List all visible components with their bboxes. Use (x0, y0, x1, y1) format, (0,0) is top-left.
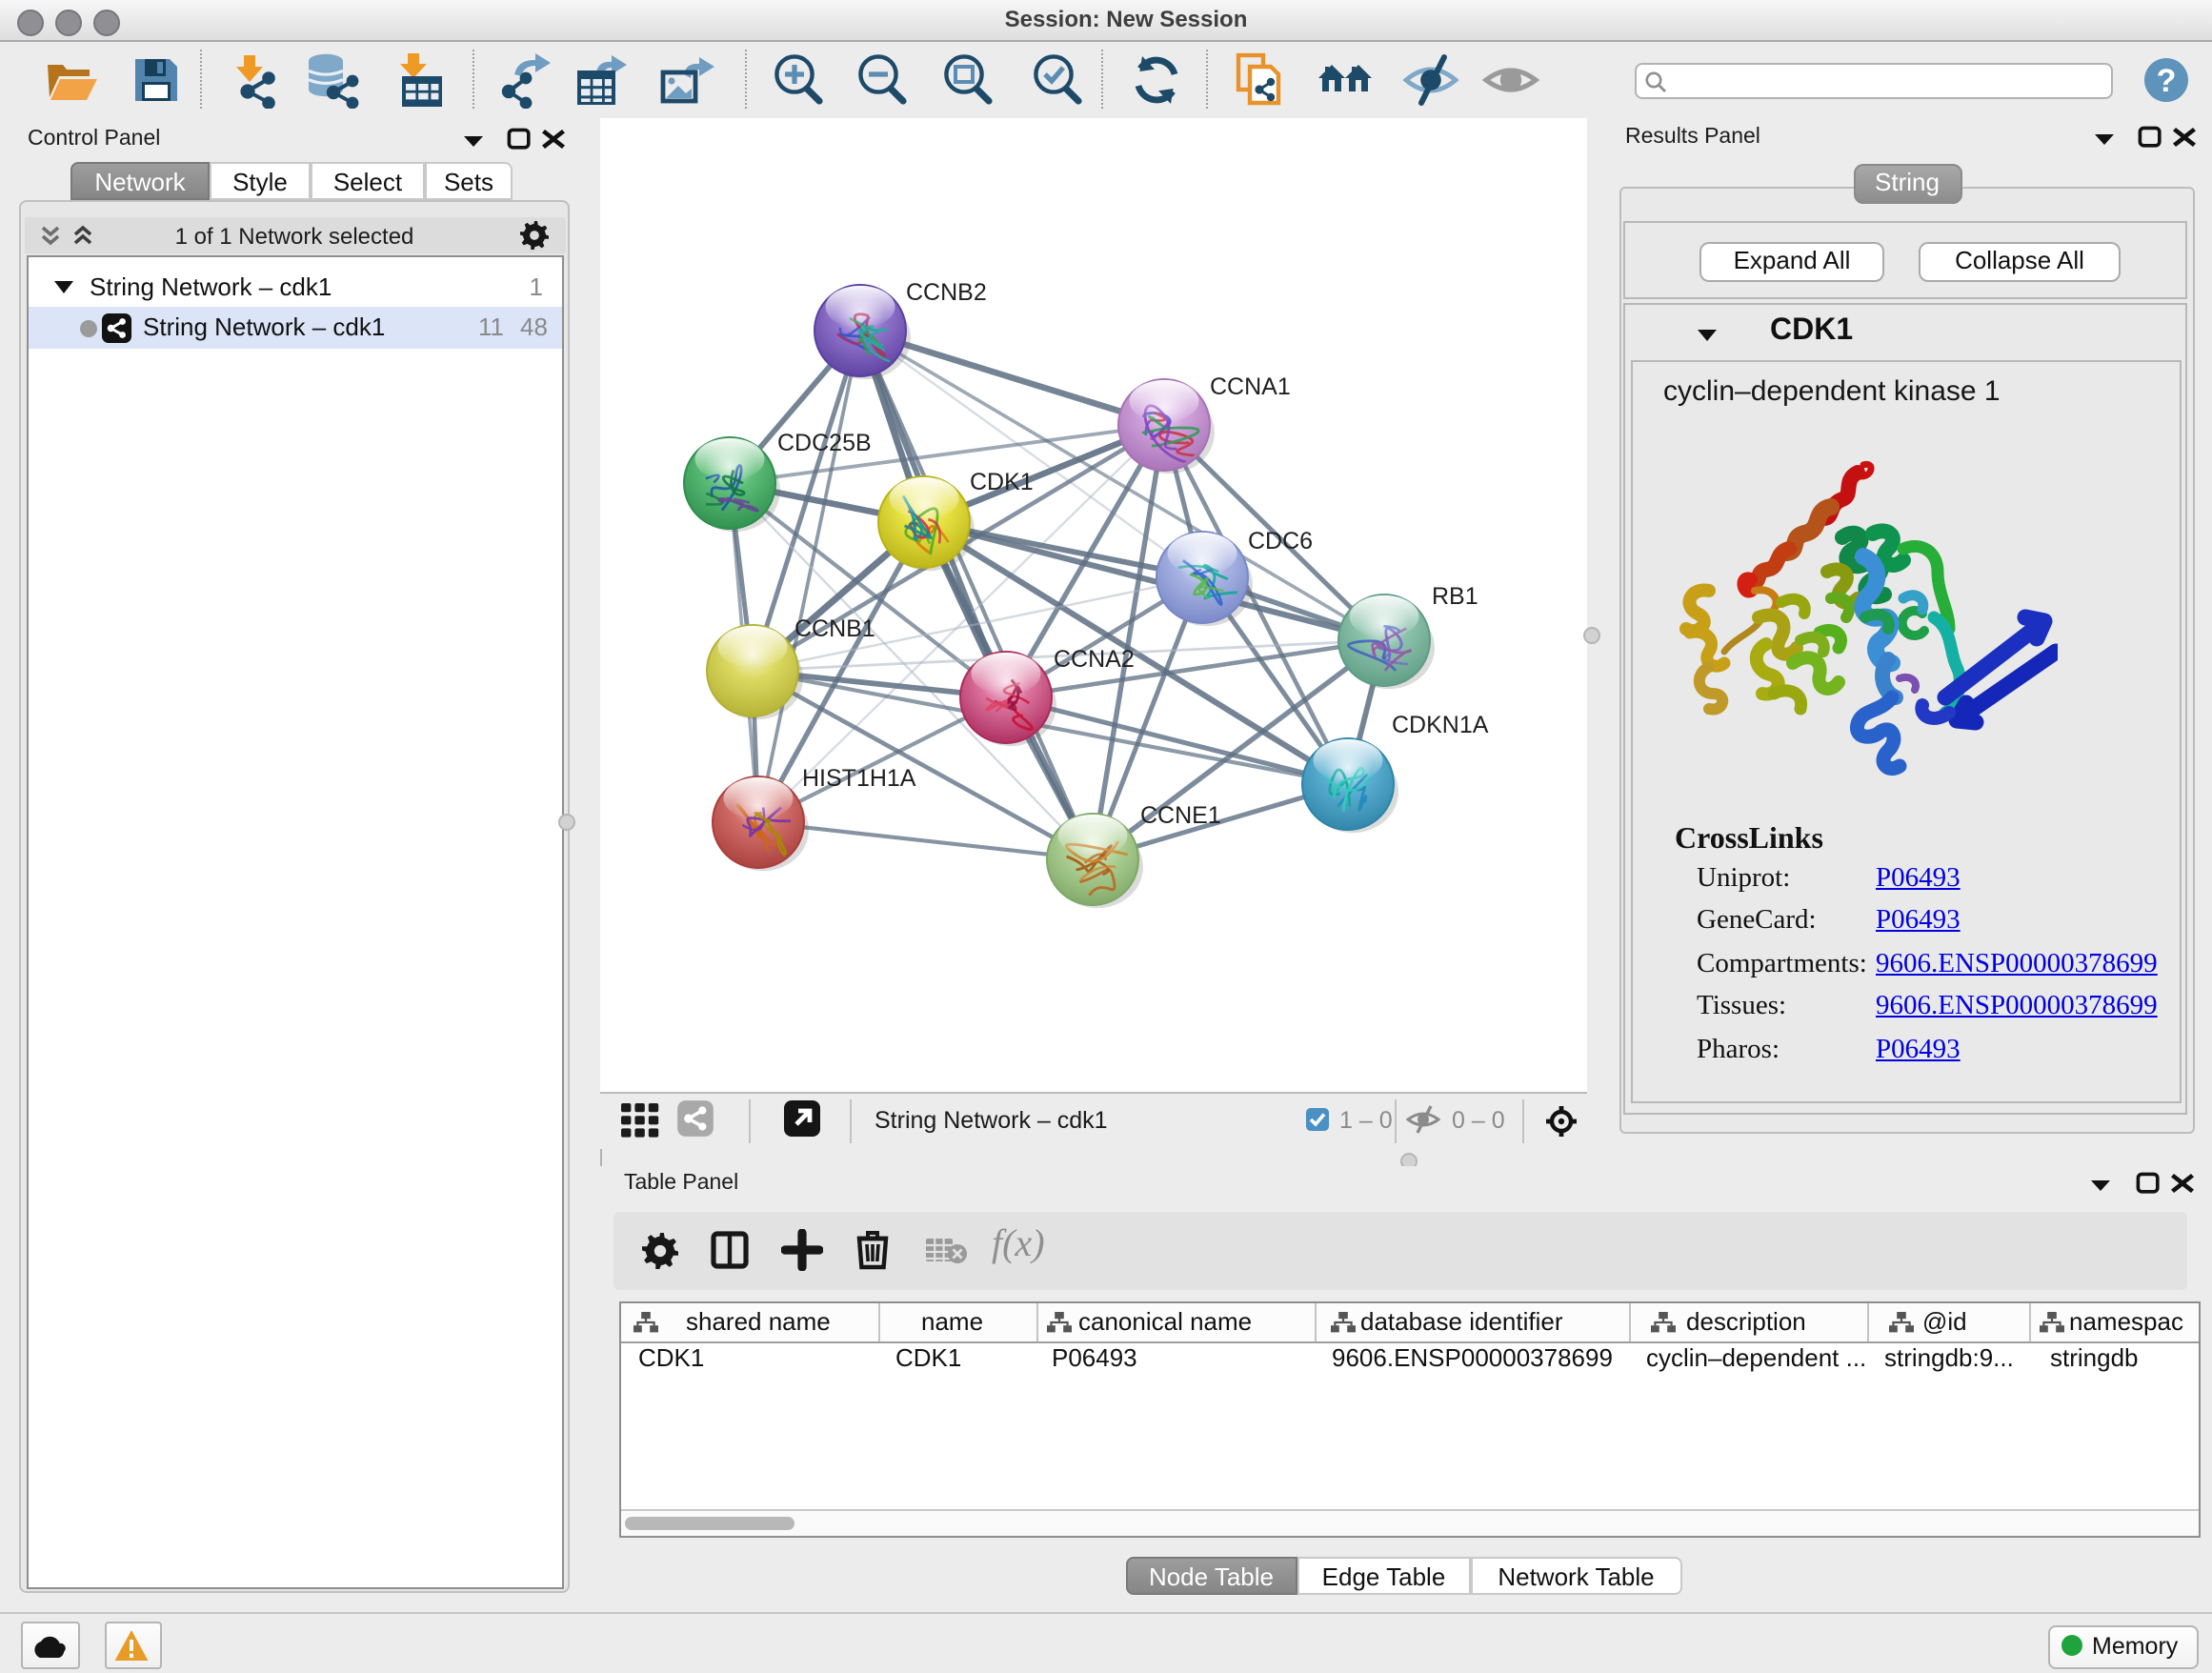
svg-text:RB1: RB1 (1432, 583, 1478, 610)
svg-text:?: ? (2157, 62, 2177, 98)
svg-text:CDC6: CDC6 (1248, 528, 1313, 554)
svg-text:CDKN1A: CDKN1A (1392, 712, 1489, 738)
svg-text:CCNB2: CCNB2 (906, 279, 987, 306)
svg-text:CCNB1: CCNB1 (794, 615, 875, 642)
svg-text:CDC25B: CDC25B (777, 430, 872, 456)
svg-text:HIST1H1A: HIST1H1A (802, 765, 916, 792)
svg-text:CCNA2: CCNA2 (1054, 646, 1135, 673)
svg-text:CCNE1: CCNE1 (1140, 802, 1221, 829)
svg-text:CDK1: CDK1 (970, 469, 1034, 495)
svg-text:CCNA1: CCNA1 (1210, 373, 1291, 400)
